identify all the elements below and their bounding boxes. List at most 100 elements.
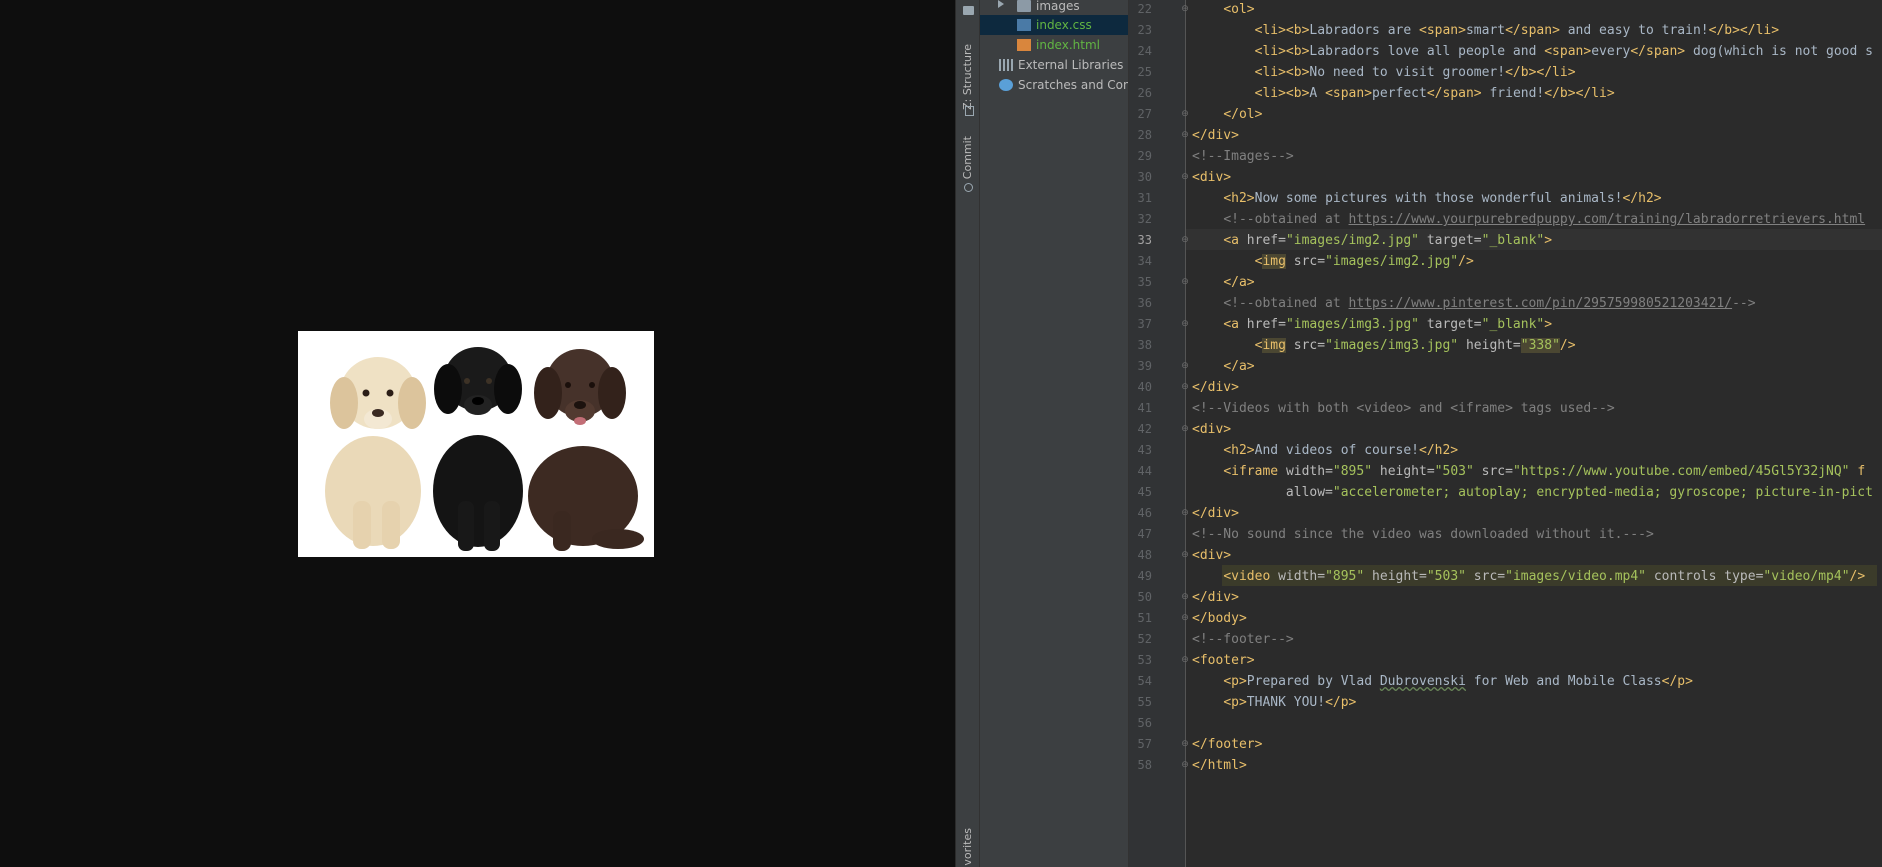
fold-marker-icon[interactable]: ⊖ [1180, 755, 1190, 776]
code-line[interactable]: </footer> [1192, 734, 1262, 755]
fold-marker-icon[interactable]: ⊖ [1180, 0, 1190, 20]
code-token: src= [1473, 464, 1513, 479]
fold-marker-icon[interactable]: ⊖ [1180, 650, 1190, 671]
fold-marker-icon[interactable]: ⊖ [1180, 377, 1190, 398]
code-line[interactable]: <div> [1192, 419, 1231, 440]
line-number: 38 [1137, 338, 1152, 352]
fold-marker-icon[interactable]: ⊖ [1180, 545, 1190, 566]
line-number: 37 [1137, 317, 1152, 331]
code-token: </body> [1192, 611, 1247, 626]
code-line[interactable]: <!--obtained at https://www.pinterest.co… [1192, 293, 1755, 314]
tree-item-external-libraries[interactable]: External Libraries [980, 55, 1128, 75]
code-token: "images/img3.jpg" [1325, 338, 1459, 353]
expand-arrow-icon[interactable] [998, 0, 1004, 8]
code-line[interactable]: <div> [1192, 545, 1231, 566]
code-token: And videos of course! [1254, 443, 1419, 458]
code-line[interactable]: <!--footer--> [1192, 629, 1294, 650]
code-token: f [1849, 464, 1866, 479]
code-line[interactable]: </div> [1192, 503, 1239, 524]
code-line[interactable]: <img src="images/img2.jpg"/> [1192, 251, 1474, 272]
code-editor[interactable] [1186, 0, 1882, 867]
tree-item-index-html[interactable]: index.html [980, 35, 1128, 55]
code-line[interactable]: </div> [1192, 125, 1239, 146]
line-number: 27 [1137, 107, 1152, 121]
code-line[interactable]: <li><b>Labradors are <span>smart</span> … [1192, 20, 1779, 41]
code-line[interactable]: </a> [1192, 356, 1254, 377]
tree-item-label: index.html [1036, 38, 1100, 52]
code-line[interactable]: <ol> [1192, 0, 1254, 20]
code-line[interactable]: <video width="895" height="503" src="ima… [1192, 566, 1865, 587]
tree-item-index-css[interactable]: index.css [980, 15, 1128, 35]
code-line[interactable]: </div> [1192, 377, 1239, 398]
code-line[interactable]: </div> [1192, 587, 1239, 608]
code-token: THANK YOU! [1246, 695, 1326, 710]
code-token: img [1262, 254, 1286, 269]
folder-icon [1017, 0, 1031, 12]
code-token: /> [1559, 338, 1576, 353]
commit-tool-tab[interactable]: Commit [958, 136, 979, 186]
code-line[interactable]: <img src="images/img3.jpg" height="338"/… [1192, 335, 1576, 356]
code-line[interactable]: <p>Prepared by Vlad Dubrovenski for Web … [1192, 671, 1693, 692]
code-token: https://www.pinterest.com/pin/2957599805… [1348, 296, 1733, 311]
code-line[interactable]: <p>THANK YOU!</p> [1192, 692, 1356, 713]
fold-marker-icon[interactable]: ⊖ [1180, 608, 1190, 629]
fold-marker-icon[interactable]: ⊖ [1180, 503, 1190, 524]
code-token: controls type= [1646, 569, 1764, 584]
fold-marker-icon[interactable]: ⊖ [1180, 125, 1190, 146]
code-line[interactable]: <div> [1192, 167, 1231, 188]
line-number: 25 [1137, 65, 1152, 79]
code-line[interactable]: </body> [1192, 608, 1247, 629]
code-line[interactable]: </ol> [1192, 104, 1262, 125]
fold-marker-icon[interactable]: ⊖ [1180, 587, 1190, 608]
fold-marker-icon[interactable]: ⊖ [1180, 272, 1190, 293]
code-line[interactable]: </html> [1192, 755, 1247, 776]
fold-marker-icon[interactable]: ⊖ [1180, 104, 1190, 125]
code-line[interactable]: <a href="images/img2.jpg" target="_blank… [1192, 230, 1552, 251]
code-token: <iframe [1223, 464, 1286, 479]
code-line[interactable]: <iframe width="895" height="503" src="ht… [1192, 461, 1865, 482]
code-line[interactable]: <li><b>Labradors love all people and <sp… [1192, 41, 1873, 62]
favorites-tab-label: vorites [961, 828, 974, 866]
code-line[interactable]: allow="accelerometer; autoplay; encrypte… [1192, 482, 1873, 503]
code-token: </div> [1192, 128, 1239, 143]
fold-marker-icon[interactable]: ⊖ [1180, 419, 1190, 440]
code-line[interactable]: <h2>And videos of course!</h2> [1192, 440, 1458, 461]
code-line[interactable]: <!--Videos with both <video> and <iframe… [1192, 398, 1615, 419]
code-line[interactable]: <!--Images--> [1192, 146, 1294, 167]
code-line[interactable]: <li><b>A <span>perfect</span> friend!</b… [1192, 83, 1615, 104]
code-token: Prepared by Vlad [1246, 674, 1380, 689]
code-line[interactable]: <footer> [1192, 650, 1255, 671]
tree-item-label: External Libraries [1018, 58, 1124, 72]
fold-marker-icon[interactable]: ⊖ [1180, 230, 1190, 251]
code-line[interactable]: <!--obtained at https://www.yourpurebred… [1192, 209, 1865, 230]
fold-marker-icon[interactable]: ⊖ [1180, 356, 1190, 377]
code-line[interactable]: <!--No sound since the video was downloa… [1192, 524, 1654, 545]
fold-marker-icon[interactable]: ⊖ [1180, 167, 1190, 188]
tree-item-images[interactable]: images [980, 0, 1128, 16]
puppies-image[interactable] [298, 331, 654, 557]
tree-item-scratches[interactable]: Scratches and Conso [980, 75, 1128, 95]
fold-marker-icon[interactable]: ⊖ [1180, 734, 1190, 755]
line-number: 56 [1137, 716, 1152, 730]
code-token: <li><b> [1254, 23, 1310, 38]
code-token: <li><b> [1254, 65, 1310, 80]
code-line[interactable]: </a> [1192, 272, 1254, 293]
favorites-tool-tab[interactable]: vorites [958, 828, 979, 866]
code-line[interactable]: <a href="images/img3.jpg" target="_blank… [1192, 314, 1552, 335]
code-token: <div> [1192, 422, 1232, 437]
project-tool-icon[interactable] [963, 6, 974, 15]
code-line[interactable]: <h2>Now some pictures with those wonderf… [1192, 188, 1661, 209]
line-number: 34 [1137, 254, 1152, 268]
line-number: 26 [1137, 86, 1152, 100]
code-line[interactable]: <li><b>No need to visit groomer!</b></li… [1192, 62, 1576, 83]
puppies-illustration [298, 331, 654, 557]
code-token: height= [1364, 569, 1427, 584]
code-token: <span> [1419, 23, 1466, 38]
fold-marker-icon[interactable]: ⊖ [1180, 314, 1190, 335]
code-token: <h2> [1223, 443, 1255, 458]
